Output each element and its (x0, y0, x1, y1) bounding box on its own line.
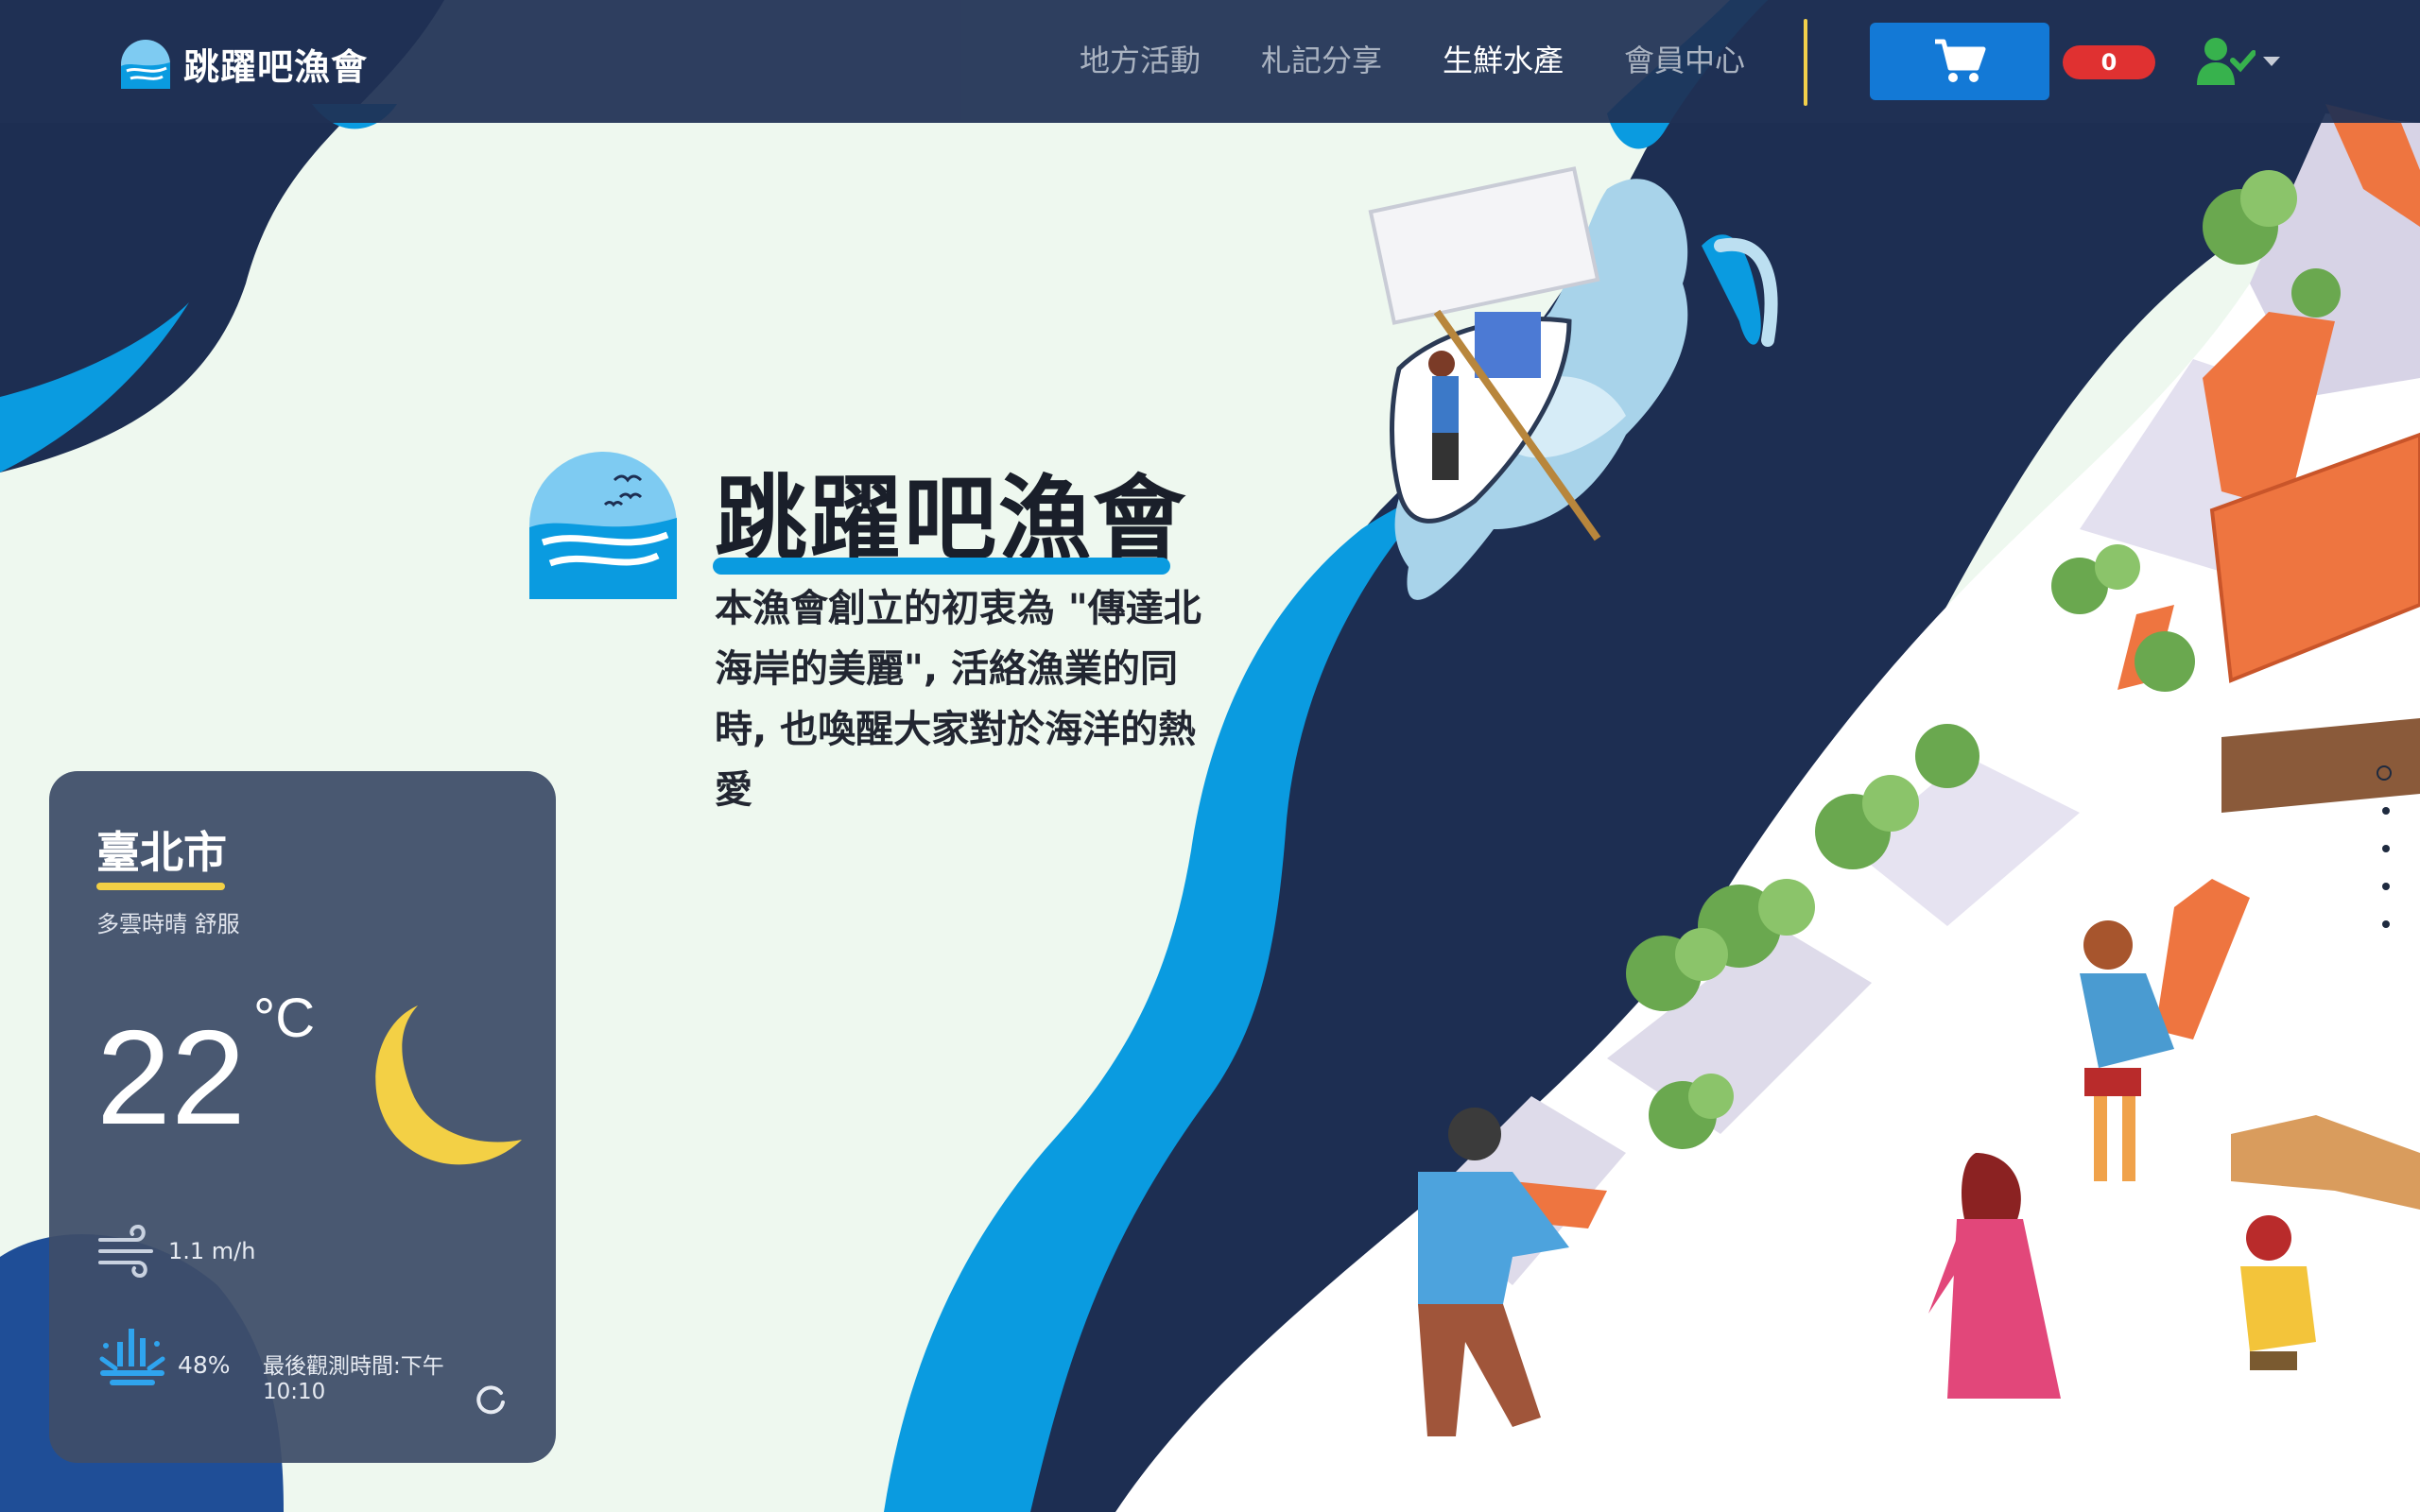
hero-logo-icon (529, 452, 677, 599)
user-check-icon (2197, 38, 2256, 85)
crescent-moon-icon (375, 1005, 522, 1165)
weather-observation-label: 最後觀測時間:下午 (263, 1354, 444, 1379)
weather-city-underline (96, 883, 225, 890)
brand-name: 跳躍吧漁會 (183, 46, 369, 88)
weather-observation-time: 10:10 (263, 1380, 326, 1404)
nav-item-member-center[interactable]: 會員中心 (1594, 34, 1775, 87)
sea-sunrise-logo-icon (121, 39, 170, 89)
main-nav: 地方活動 札記分享 生鮮水產 會員中心 (1049, 34, 1775, 87)
scroll-dot-1[interactable] (2377, 765, 2392, 781)
brand-link[interactable]: 跳躍吧漁會 (121, 38, 368, 90)
weather-description: 多雲時晴 舒服 (96, 911, 240, 937)
shopping-cart-icon (1935, 39, 1986, 82)
cart-button[interactable] (1870, 23, 2049, 100)
user-menu[interactable] (2197, 36, 2280, 89)
weather-city: 臺北市 (96, 827, 227, 878)
nav-item-local-events[interactable]: 地方活動 (1049, 34, 1231, 87)
caret-down-icon (2263, 57, 2280, 66)
scroll-dot-3[interactable] (2382, 845, 2390, 852)
weather-humidity: 48% (178, 1351, 231, 1379)
scroll-dot-5[interactable] (2382, 920, 2390, 928)
refresh-icon[interactable] (473, 1382, 509, 1418)
weather-card: 臺北市 多雲時晴 舒服 22 °C 1.1 m/h 48% 最後觀測時間:下午 … (49, 771, 556, 1463)
nav-item-fresh-seafood[interactable]: 生鮮水產 (1412, 34, 1594, 87)
weather-temperature-unit: °C (253, 988, 316, 1049)
nav-divider (1804, 19, 1807, 106)
top-navbar: 跳躍吧漁會 地方活動 札記分享 生鮮水產 會員中心 0 (0, 0, 2420, 123)
scroll-dot-4[interactable] (2382, 883, 2390, 890)
hero-title-underline (713, 558, 1170, 575)
weather-temperature: 22 (96, 1003, 246, 1153)
nav-item-journal[interactable]: 札記分享 (1231, 34, 1412, 87)
scroll-dot-2[interactable] (2382, 807, 2390, 815)
cart-count-badge: 0 (2063, 45, 2155, 79)
weather-wind-speed: 1.1 m/h (168, 1238, 256, 1264)
hero-description: 本漁會創立的初衷為 "傳達北海岸的美麗", 活絡漁業的同時, 也喚醒大家對於海洋… (715, 587, 1201, 812)
wind-icon (98, 1224, 153, 1278)
humidity-icon (99, 1329, 165, 1385)
